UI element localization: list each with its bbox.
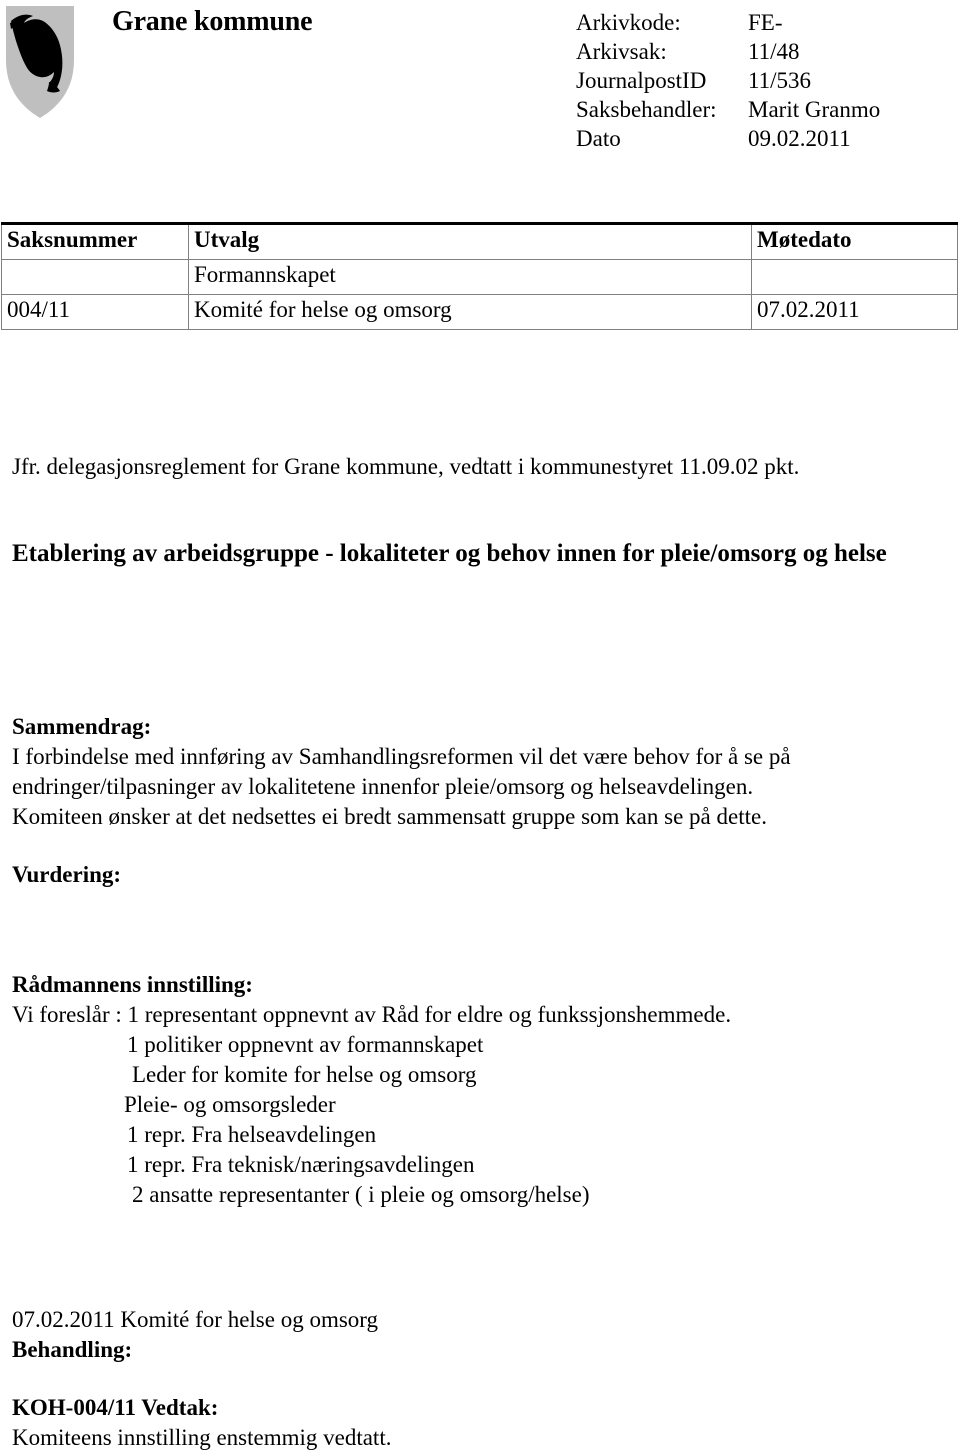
vedtak-text: Komiteens innstilling enstemmig vedtatt. (12, 1425, 392, 1450)
cell-saksnummer (1, 259, 189, 295)
column-header-saksnummer: Saksnummer (1, 222, 189, 260)
table-row: Formannskapet (1, 259, 958, 295)
document-header: Grane kommune Arkivkode: FE- Arkivsak: 1… (0, 0, 960, 170)
behandling-heading: Behandling: (12, 1337, 133, 1362)
metadata-label-dato: Dato (576, 126, 621, 151)
cell-saksnummer: 004/11 (1, 294, 189, 330)
metadata-value-dato: 09.02.2011 (748, 126, 851, 151)
innstilling-item: 1 politiker oppnevnt av formannskapet (127, 1032, 484, 1057)
cell-motedato: 07.02.2011 (751, 294, 958, 330)
innstilling-item: 2 ansatte representanter ( i pleie og om… (132, 1182, 590, 1207)
innstilling-item: 1 repr. Fra helseavdelingen (127, 1122, 377, 1147)
section-behandling: 07.02.2011 Komité for helse og omsorg Be… (12, 1305, 378, 1365)
innstilling-item: 1 repr. Fra teknisk/næringsavdelingen (127, 1152, 475, 1177)
coat-of-arms-icon (4, 4, 76, 120)
organization-title: Grane kommune (112, 6, 313, 37)
sammendrag-line: Komiteen ønsker at det nedsettes ei bred… (12, 804, 767, 829)
metadata-row-journalpostid: JournalpostID 11/536 (576, 66, 880, 95)
metadata-row-arkivsak: Arkivsak: 11/48 (576, 37, 880, 66)
metadata-label-saksbehandler: Saksbehandler: (576, 97, 717, 122)
section-vurdering: Vurdering: (12, 860, 121, 890)
section-innstilling: Rådmannens innstilling: Vi foreslår : 1 … (12, 970, 932, 1210)
metadata-value-journalpostid: 11/536 (748, 68, 812, 93)
sammendrag-line: I forbindelse med innføring av Samhandli… (12, 744, 791, 769)
document-metadata: Arkivkode: FE- Arkivsak: 11/48 Journalpo… (576, 8, 880, 153)
sammendrag-heading: Sammendrag: (12, 714, 152, 739)
column-header-motedato: Møtedato (751, 222, 958, 260)
cell-utvalg: Komité for helse og omsorg (187, 294, 753, 330)
metadata-value-saksbehandler: Marit Granmo (748, 97, 881, 122)
innstilling-first-line: Vi foreslår : 1 representant oppnevnt av… (12, 1002, 732, 1027)
document-title: Etablering av arbeidsgruppe - lokalitete… (12, 540, 887, 567)
metadata-value-arkivsak: 11/48 (748, 39, 800, 64)
vedtak-heading: KOH-004/11 Vedtak: (12, 1395, 219, 1420)
section-sammendrag: Sammendrag: I forbindelse med innføring … (12, 712, 932, 832)
innstilling-heading: Rådmannens innstilling: (12, 972, 253, 997)
section-vedtak: KOH-004/11 Vedtak: Komiteens innstilling… (12, 1393, 391, 1453)
utvalg-table: Saksnummer Utvalg Møtedato Formannskapet… (1, 222, 958, 330)
innstilling-item: Leder for komite for helse og omsorg (132, 1062, 477, 1087)
metadata-row-dato: Dato 09.02.2011 (576, 124, 880, 153)
vurdering-heading: Vurdering: (12, 862, 122, 887)
table-row: 004/11 Komité for helse og omsorg 07.02.… (1, 294, 958, 330)
delegation-reference-line: Jfr. delegasjonsreglement for Grane komm… (12, 454, 800, 479)
column-header-utvalg: Utvalg (187, 222, 753, 260)
table-header-row: Saksnummer Utvalg Møtedato (1, 222, 958, 260)
cell-motedato (751, 259, 958, 295)
metadata-label-arkivkode: Arkivkode: (576, 10, 681, 35)
metadata-label-arkivsak: Arkivsak: (576, 39, 667, 64)
metadata-row-arkivkode: Arkivkode: FE- (576, 8, 880, 37)
document-page: Grane kommune Arkivkode: FE- Arkivsak: 1… (0, 0, 960, 1452)
behandling-meeting-line: 07.02.2011 Komité for helse og omsorg (12, 1307, 379, 1332)
innstilling-item: Pleie- og omsorgsleder (124, 1092, 336, 1117)
cell-utvalg: Formannskapet (187, 259, 753, 295)
metadata-value-arkivkode: FE- (748, 10, 783, 35)
metadata-row-saksbehandler: Saksbehandler: Marit Granmo (576, 95, 880, 124)
sammendrag-line: endringer/tilpasninger av lokalitetene i… (12, 774, 754, 799)
metadata-label-journalpostid: JournalpostID (576, 68, 707, 93)
